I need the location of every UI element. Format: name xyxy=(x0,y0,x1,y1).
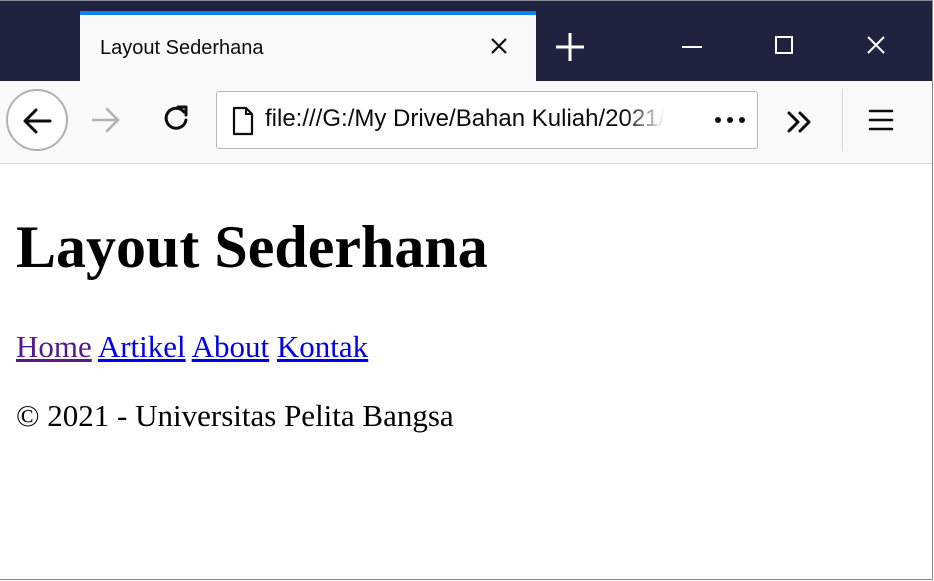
forward-arrow-icon[interactable] xyxy=(90,105,122,135)
close-icon[interactable] xyxy=(484,31,514,61)
tab-strip: Layout Sederhana xyxy=(0,1,932,81)
footer-text: © 2021 - Universitas Pelita Bangsa xyxy=(16,398,454,433)
minimize-icon[interactable] xyxy=(672,25,712,65)
nav-link-home[interactable]: Home xyxy=(16,329,92,364)
tab-title: Layout Sederhana xyxy=(100,37,264,59)
site-nav: Home Artikel About Kontak xyxy=(16,329,368,365)
maximize-icon[interactable] xyxy=(764,25,804,65)
nav-link-kontak[interactable]: Kontak xyxy=(277,329,368,364)
tab-active[interactable]: Layout Sederhana xyxy=(80,11,536,81)
page-heading: Layout Sederhana xyxy=(16,214,488,280)
browser-window: Layout Sederhana file:///G:/My Drive/Bah… xyxy=(0,0,933,580)
url-text[interactable]: file:///G:/My Drive/Bahan Kuliah/2021/ xyxy=(265,105,665,133)
page-icon xyxy=(231,106,255,136)
nav-toolbar: file:///G:/My Drive/Bahan Kuliah/2021/ xyxy=(0,81,932,164)
chevron-double-right-icon[interactable] xyxy=(784,109,816,135)
reload-icon[interactable] xyxy=(160,103,192,135)
url-bar[interactable]: file:///G:/My Drive/Bahan Kuliah/2021/ xyxy=(216,91,758,149)
hamburger-menu-icon[interactable] xyxy=(866,107,896,133)
window-close-icon[interactable] xyxy=(856,25,896,65)
more-dots-icon[interactable] xyxy=(713,114,747,126)
toolbar-separator xyxy=(842,89,843,151)
back-arrow-icon[interactable] xyxy=(6,89,68,151)
plus-icon[interactable] xyxy=(548,29,592,65)
nav-link-about[interactable]: About xyxy=(192,329,270,364)
nav-link-artikel[interactable]: Artikel xyxy=(98,329,186,364)
